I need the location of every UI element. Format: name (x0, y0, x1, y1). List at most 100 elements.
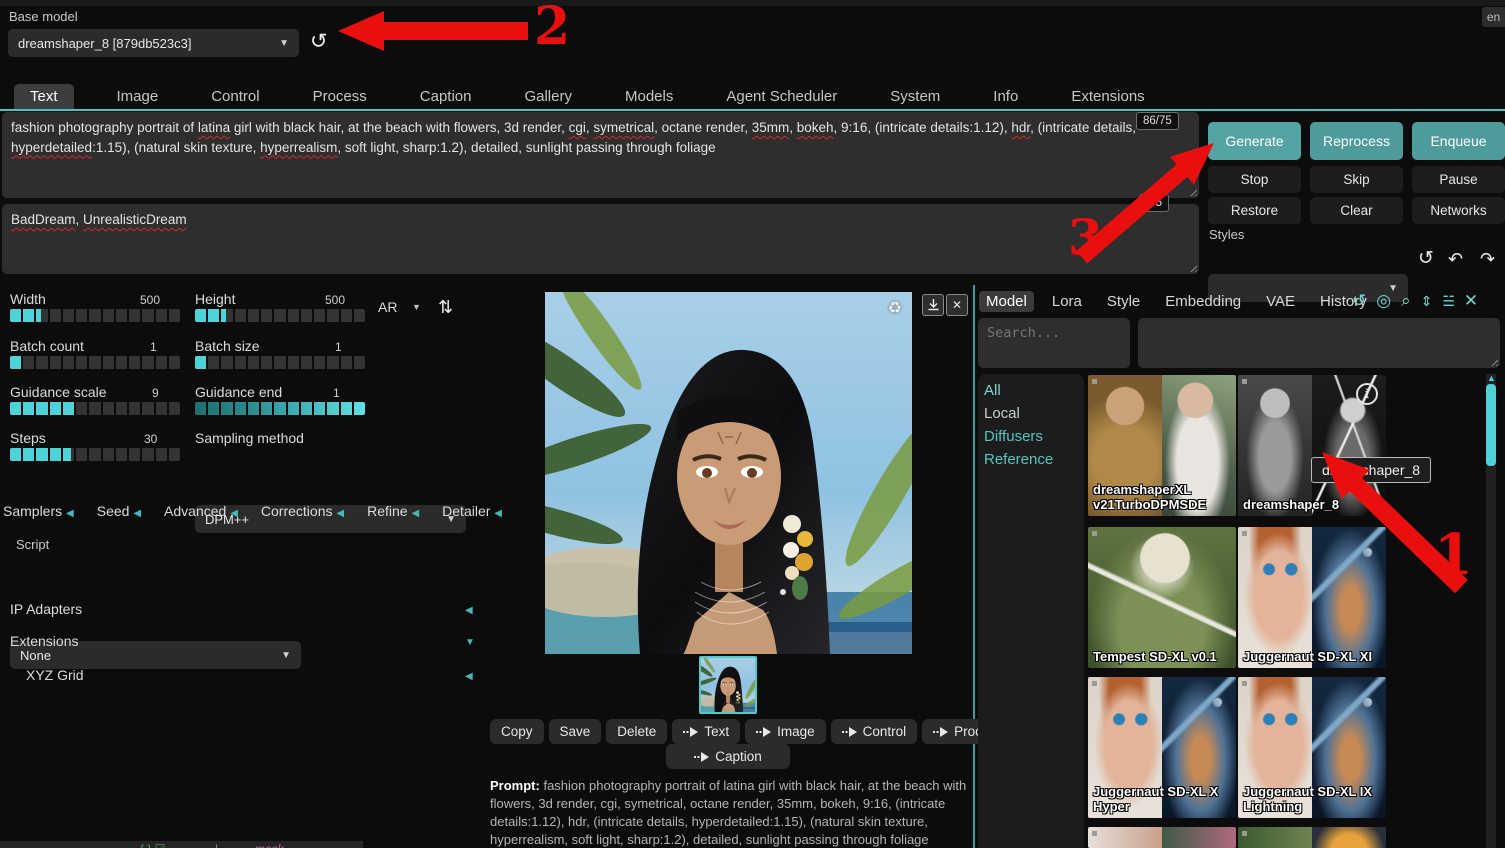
model-card-juggernaut-ix-lightning[interactable]: Juggernaut SD-XL IX Lightning (1238, 677, 1386, 818)
clear-button[interactable]: Clear (1310, 197, 1403, 224)
copy-button[interactable]: Copy (490, 719, 544, 744)
tab-extensions[interactable]: Extensions (1061, 84, 1154, 110)
networks-close-icon[interactable]: ✕ (1464, 292, 1478, 309)
height-slider[interactable] (195, 309, 365, 322)
slider-segment (116, 309, 129, 322)
filter-local[interactable]: Local (984, 405, 1020, 422)
batch-size-slider[interactable] (195, 356, 365, 369)
slider-segment (221, 356, 234, 369)
refresh-model-icon[interactable]: ↺ (310, 31, 328, 52)
close-image-button[interactable]: ✕ (946, 294, 968, 316)
styles-redo-icon[interactable]: ↷ (1480, 250, 1495, 268)
accordion-advanced[interactable]: Advanced ◀ (164, 503, 238, 519)
networks-target-icon[interactable]: ◎ (1376, 292, 1391, 309)
delete-button[interactable]: Delete (606, 719, 667, 744)
guidance-scale-label: Guidance scale (10, 384, 107, 400)
slider-segment (23, 402, 36, 415)
model-card-juggernaut-x-hyper[interactable]: Juggernaut SD-XL X Hyper (1088, 677, 1236, 818)
slider-segment (36, 309, 49, 322)
model-card-dreamshaperxl[interactable]: dreamshaperXL v21TurboDPMSDE (1088, 375, 1236, 516)
width-slider[interactable] (10, 309, 180, 322)
tab-models[interactable]: Models (615, 84, 683, 110)
filter-reference[interactable]: Reference (984, 451, 1053, 468)
steps-slider[interactable] (10, 448, 180, 461)
accordion-detailer[interactable]: Detailer ◀ (442, 503, 502, 519)
networks-description-box[interactable] (1138, 318, 1500, 368)
reprocess-button[interactable]: Reprocess (1310, 122, 1403, 160)
send-to-caption-button[interactable]: Caption (666, 744, 790, 769)
networks-search-input[interactable] (978, 318, 1130, 368)
triangle-down-icon[interactable]: ▼ (465, 637, 475, 648)
tab-system[interactable]: System (880, 84, 950, 110)
batch-count-slider[interactable] (10, 356, 180, 369)
networks-tab-model[interactable]: Model (979, 291, 1034, 312)
networks-view-icon[interactable]: ☱ (1442, 294, 1454, 308)
swap-dimensions-icon[interactable]: ⇅ (438, 297, 453, 318)
accordion-extensions[interactable]: Extensions (10, 633, 78, 649)
model-card-partial[interactable] (1238, 827, 1386, 848)
model-card-partial[interactable] (1088, 827, 1236, 848)
accordion-seed[interactable]: Seed ◀ (97, 503, 141, 519)
triangle-left-icon[interactable]: ◀ (465, 605, 473, 616)
networks-tab-vae[interactable]: VAE (1259, 291, 1302, 312)
slider-segment (129, 402, 142, 415)
tab-agent-scheduler[interactable]: Agent Scheduler (716, 84, 847, 110)
styles-undo-icon[interactable]: ↶ (1448, 250, 1463, 268)
base-model-dropdown[interactable]: dreamshaper_8 [879db523c3] ▼ (8, 29, 299, 57)
accordion-samplers[interactable]: Samplers ◀ (3, 503, 74, 519)
networks-search-icon[interactable]: ⌕ (1401, 292, 1411, 309)
skip-button[interactable]: Skip (1310, 166, 1403, 193)
tab-gallery[interactable]: Gallery (514, 84, 582, 110)
networks-tab-embedding[interactable]: Embedding (1158, 291, 1248, 312)
slider-segment (103, 448, 116, 461)
enqueue-button[interactable]: Enqueue (1412, 122, 1505, 160)
networks-refresh-icon[interactable]: ↺ (1352, 292, 1366, 309)
model-card-dreamshaper8[interactable]: i dreamshaper_8 (1238, 375, 1386, 516)
model-card-juggernaut-xi[interactable]: Juggernaut SD-XL XI (1238, 527, 1386, 668)
tab-caption[interactable]: Caption (410, 84, 482, 110)
generated-image[interactable]: ♻ (545, 292, 912, 654)
tab-control[interactable]: Control (201, 84, 269, 110)
stop-button[interactable]: Stop (1208, 166, 1301, 193)
networks-tab-lora[interactable]: Lora (1045, 291, 1089, 312)
tab-info[interactable]: Info (983, 84, 1028, 110)
gallery-thumbnail[interactable] (699, 656, 757, 714)
guidance-scale-slider[interactable] (10, 402, 180, 415)
networks-button[interactable]: Networks (1412, 197, 1505, 224)
language-badge[interactable]: en (1487, 10, 1500, 24)
guidance-end-slider[interactable] (195, 402, 365, 415)
negative-prompt-input[interactable]: BadDream, UnrealisticDream (2, 204, 1199, 274)
accordion-refine[interactable]: Refine ◀ (367, 503, 419, 519)
clipped-mask-fragment: mask (255, 842, 284, 848)
triangle-left-icon[interactable]: ◀ (465, 671, 473, 682)
networks-tab-style[interactable]: Style (1100, 291, 1147, 312)
filter-all[interactable]: All (984, 382, 1001, 399)
accordion-xyz-grid[interactable]: XYZ Grid (26, 667, 84, 683)
slider-segment (129, 356, 142, 369)
info-icon[interactable]: i (1356, 383, 1378, 405)
scroll-up-icon[interactable]: ▲ (1487, 373, 1496, 383)
tab-process[interactable]: Process (303, 84, 377, 110)
save-button[interactable]: Save (549, 719, 602, 744)
send-to-text-button[interactable]: Text (672, 719, 740, 744)
filter-diffusers[interactable]: Diffusers (984, 428, 1043, 445)
restore-button[interactable]: Restore (1208, 197, 1301, 224)
networks-scrollbar-thumb[interactable] (1486, 384, 1496, 466)
ar-chevron-icon[interactable]: ▼ (412, 302, 421, 312)
send-to-image-button[interactable]: Image (745, 719, 826, 744)
tab-text[interactable]: Text (14, 84, 74, 110)
send-to-control-button[interactable]: Control (831, 719, 918, 744)
ar-label[interactable]: AR (378, 299, 397, 315)
download-image-button[interactable] (922, 294, 944, 316)
prompt-input[interactable]: fashion photography portrait of latina g… (2, 112, 1199, 198)
generate-button[interactable]: Generate (1208, 122, 1301, 160)
recycle-icon[interactable]: ♻ (888, 298, 902, 318)
tab-image[interactable]: Image (107, 84, 169, 110)
model-card-tempest[interactable]: Tempest SD-XL v0.1 (1088, 527, 1236, 668)
networks-sort-updown-icon[interactable]: ⇕ (1421, 294, 1433, 308)
accordion-ip-adapters[interactable]: IP Adapters (10, 601, 82, 617)
pause-button[interactable]: Pause (1412, 166, 1505, 193)
slider-segment (116, 448, 129, 461)
styles-refresh-icon[interactable]: ↺ (1418, 249, 1434, 268)
accordion-corrections[interactable]: Corrections ◀ (261, 503, 344, 519)
